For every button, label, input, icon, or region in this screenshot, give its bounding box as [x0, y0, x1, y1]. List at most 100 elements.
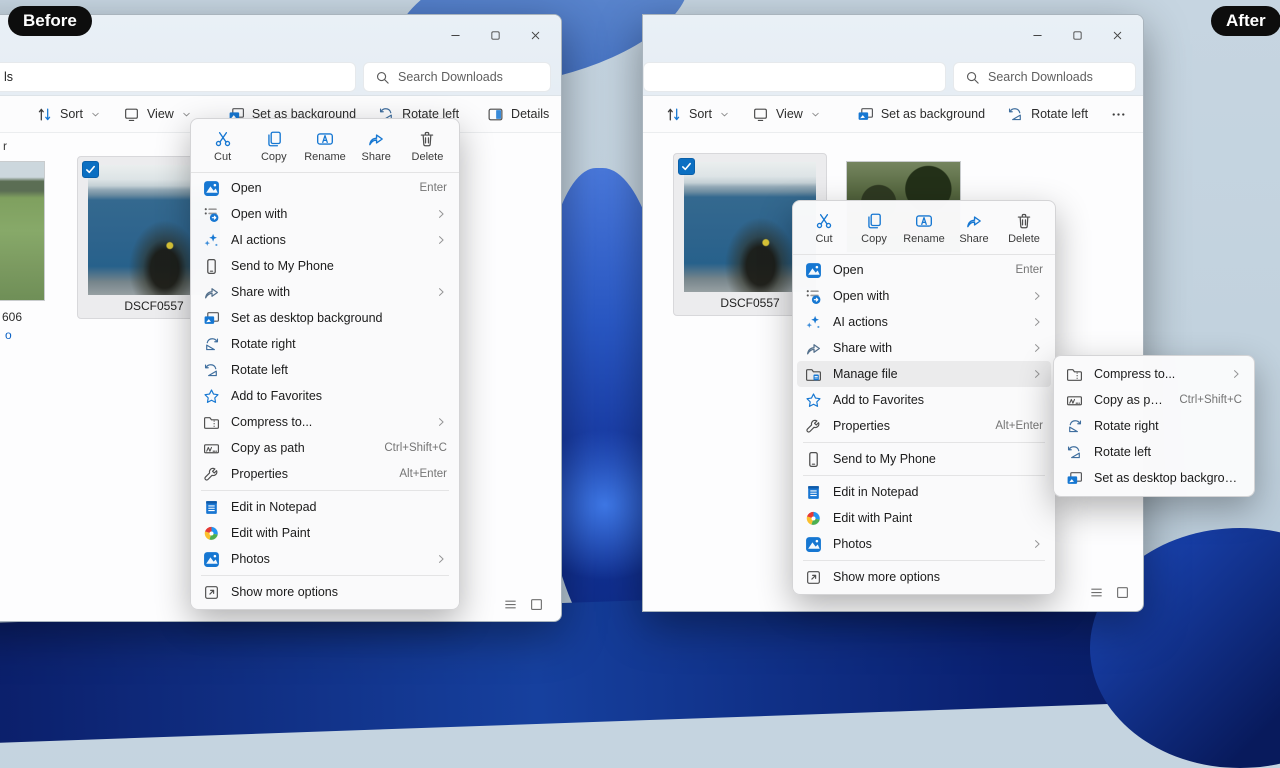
menu-item-edit-with-paint[interactable]: Edit with Paint	[797, 505, 1051, 531]
trash-icon	[418, 130, 436, 148]
toolbar-button-trash-icon[interactable]	[0, 101, 8, 128]
ai-actions-icon	[203, 232, 220, 249]
menu-item-send-to-my-phone[interactable]: Send to My Phone	[195, 253, 455, 279]
toolbar-button-view[interactable]: View	[744, 101, 829, 128]
toolbar-button-label: Sort	[60, 107, 83, 121]
maximize-button[interactable]	[1057, 22, 1097, 49]
close-button[interactable]	[515, 22, 555, 49]
menu-item-ai-actions[interactable]: AI actions	[797, 309, 1051, 335]
toolbar-button-more-dots-icon[interactable]	[1102, 101, 1135, 128]
address-bar[interactable]: ls	[0, 62, 356, 92]
toolbar-button-view[interactable]: View	[115, 101, 200, 128]
wrench-icon	[203, 466, 220, 483]
close-icon	[529, 29, 542, 42]
list-view-icon[interactable]	[1089, 585, 1104, 600]
menu-item-rotate-right[interactable]: Rotate right	[195, 331, 455, 357]
menu-item-photos[interactable]: Photos	[195, 546, 455, 572]
search-box[interactable]	[953, 62, 1136, 92]
toolbar-button-sort[interactable]: Sort	[657, 101, 738, 128]
search-input[interactable]	[398, 70, 550, 84]
menu-item-copy-as-path[interactable]: Copy as pathCtrl+Shift+C	[1058, 387, 1250, 413]
menu-item-copy-as-path[interactable]: Copy as pathCtrl+Shift+C	[195, 435, 455, 461]
rename-icon	[316, 130, 334, 148]
grid-view-icon[interactable]	[1115, 585, 1130, 600]
chevron-right-icon	[1031, 290, 1043, 302]
menu-item-open[interactable]: OpenEnter	[797, 257, 1051, 283]
toolbar-button-rotate-left[interactable]: Rotate left	[999, 101, 1096, 128]
selection-checkbox[interactable]	[82, 161, 99, 178]
quick-action-share[interactable]: Share	[351, 124, 402, 168]
menu-item-add-to-favorites[interactable]: Add to Favorites	[797, 387, 1051, 413]
menu-item-share-with[interactable]: Share with	[797, 335, 1051, 361]
address-bar[interactable]	[643, 62, 946, 92]
menu-item-add-to-favorites[interactable]: Add to Favorites	[195, 383, 455, 409]
statusbar	[1089, 585, 1130, 600]
rotate-left-icon	[1066, 444, 1083, 461]
menu-item-set-as-desktop-background[interactable]: Set as desktop background	[195, 305, 455, 331]
menu-item-shortcut: Enter	[406, 182, 448, 194]
compress-icon	[1066, 366, 1083, 383]
toolbar-button-set-as-background[interactable]: Set as background	[849, 101, 993, 128]
compress-icon	[203, 414, 220, 431]
menu-item-edit-in-notepad[interactable]: Edit in Notepad	[195, 494, 455, 520]
menu-item-label: Open with	[231, 207, 287, 221]
close-button[interactable]	[1097, 22, 1137, 49]
menu-item-manage-file[interactable]: Manage file	[797, 361, 1051, 387]
menu-item-label: Manage file	[833, 367, 898, 381]
menu-item-edit-in-notepad[interactable]: Edit in Notepad	[797, 479, 1051, 505]
view-icon	[123, 106, 140, 123]
command-toolbar: SortViewSet as backgroundRotate leftDeta…	[643, 95, 1143, 133]
selection-checkbox[interactable]	[678, 158, 695, 175]
menu-item-open[interactable]: OpenEnter	[195, 175, 455, 201]
menu-item-properties[interactable]: PropertiesAlt+Enter	[195, 461, 455, 487]
menu-item-open-with[interactable]: Open with	[797, 283, 1051, 309]
quick-action-share[interactable]: Share	[949, 206, 999, 250]
manage-file-submenu: Compress to...Copy as pathCtrl+Shift+CRo…	[1053, 355, 1255, 497]
photos-app-icon	[203, 551, 220, 568]
menu-item-ai-actions[interactable]: AI actions	[195, 227, 455, 253]
quick-action-copy[interactable]: Copy	[849, 206, 899, 250]
share-icon	[367, 130, 385, 148]
grid-view-icon[interactable]	[529, 597, 544, 612]
menu-item-rotate-right[interactable]: Rotate right	[1058, 413, 1250, 439]
quick-action-cut[interactable]: Cut	[197, 124, 248, 168]
menu-item-set-as-desktop-background[interactable]: Set as desktop background	[1058, 465, 1250, 491]
menu-item-rotate-left[interactable]: Rotate left	[195, 357, 455, 383]
menu-item-compress-to[interactable]: Compress to...	[195, 409, 455, 435]
search-input[interactable]	[988, 70, 1135, 84]
maximize-button[interactable]	[475, 22, 515, 49]
toolbar-button-details[interactable]: Details	[479, 101, 557, 128]
quick-action-delete[interactable]: Delete	[999, 206, 1049, 250]
menu-item-share-with[interactable]: Share with	[195, 279, 455, 305]
menu-item-send-to-my-phone[interactable]: Send to My Phone	[797, 446, 1051, 472]
menu-item-show-more-options[interactable]: Show more options	[195, 579, 455, 605]
menu-item-show-more-options[interactable]: Show more options	[797, 564, 1051, 590]
quick-action-label: Copy	[861, 233, 887, 245]
quick-action-cut[interactable]: Cut	[799, 206, 849, 250]
menu-item-open-with[interactable]: Open with	[195, 201, 455, 227]
manage-file-icon	[805, 366, 822, 383]
menu-item-label: Edit in Notepad	[231, 500, 316, 514]
minimize-button[interactable]	[1017, 22, 1057, 49]
menu-item-compress-to[interactable]: Compress to...	[1058, 361, 1250, 387]
quick-action-delete[interactable]: Delete	[402, 124, 453, 168]
menu-item-rotate-left[interactable]: Rotate left	[1058, 439, 1250, 465]
quick-action-rename[interactable]: Rename	[299, 124, 350, 168]
menu-item-photos[interactable]: Photos	[797, 531, 1051, 557]
list-view-icon[interactable]	[503, 597, 518, 612]
quick-action-rename[interactable]: Rename	[899, 206, 949, 250]
menu-item-label: Compress to...	[1094, 367, 1175, 381]
quick-action-copy[interactable]: Copy	[248, 124, 299, 168]
menu-item-properties[interactable]: PropertiesAlt+Enter	[797, 413, 1051, 439]
toolbar-button-sort[interactable]: Sort	[28, 101, 109, 128]
quick-actions-row: Cut Copy RenameShareDelete	[793, 205, 1055, 255]
menu-item-label: Rotate left	[1094, 445, 1151, 459]
open-with-icon	[203, 206, 220, 223]
file-thumbnail-partial[interactable]	[0, 161, 45, 301]
menu-item-label: AI actions	[231, 233, 286, 247]
search-box[interactable]	[363, 62, 551, 92]
menu-item-edit-with-paint[interactable]: Edit with Paint	[195, 520, 455, 546]
scissors-icon	[815, 212, 833, 230]
minimize-button[interactable]	[435, 22, 475, 49]
menu-item-label: Properties	[231, 467, 288, 481]
